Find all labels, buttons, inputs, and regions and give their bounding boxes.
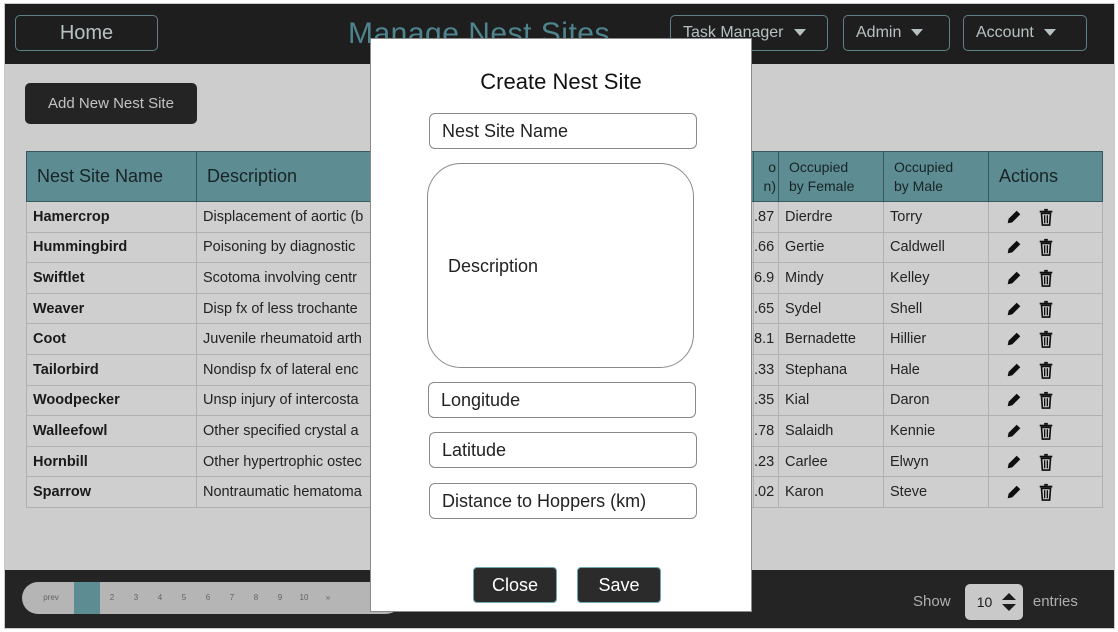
create-nest-site-dialog: Create Nest Site Nest Site Name Descript… [370, 38, 752, 612]
longitude-input[interactable]: Longitude [428, 382, 696, 418]
latitude-input[interactable]: Latitude [429, 432, 697, 468]
nest-site-name-input[interactable]: Nest Site Name [429, 113, 697, 149]
dialog-title: Create Nest Site [480, 69, 642, 94]
save-button[interactable]: Save [577, 567, 661, 603]
distance-to-hoppers-input[interactable]: Distance to Hoppers (km) [429, 483, 697, 519]
close-button[interactable]: Close [473, 567, 557, 603]
app-window: Home Manage Nest Sites Task Manager Admi… [4, 3, 1115, 629]
description-textarea[interactable]: Description [427, 163, 694, 368]
